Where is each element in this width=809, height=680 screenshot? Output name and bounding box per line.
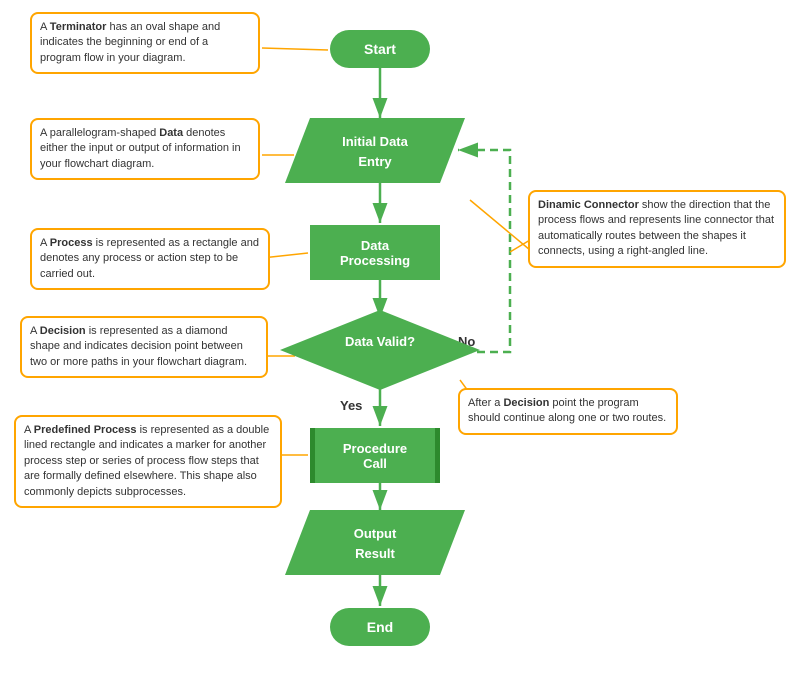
svg-text:Entry: Entry [358,154,392,169]
svg-text:Result: Result [355,546,395,561]
end-label: End [367,619,393,635]
end-shape: End [330,608,430,646]
process-tooltip: A Process is represented as a rectangle … [30,228,270,290]
initial-data-entry-shape: Initial Data Entry [285,118,465,183]
decision-routes-tooltip: After a Decision point the program shoul… [458,388,678,435]
procedure-call-shape: ProcedureCall [310,428,440,483]
svg-text:Initial Data: Initial Data [342,134,409,149]
dynamic-connector-tooltip: Dinamic Connector show the direction tha… [528,190,786,268]
output-result-shape: Output Result [285,510,465,575]
start-shape: Start [330,30,430,68]
procedure-call-label: ProcedureCall [343,441,407,471]
svg-text:Data Valid?: Data Valid? [345,334,415,349]
data-processing-shape: DataProcessing [310,225,440,280]
svg-text:Yes: Yes [340,398,362,413]
data-processing-label: DataProcessing [340,238,410,268]
data-valid-shape: Data Valid? [280,310,480,390]
start-label: Start [364,41,396,57]
data-tooltip: A parallelogram-shaped Data denotes eith… [30,118,260,180]
decision-tooltip: A Decision is represented as a diamond s… [20,316,268,378]
svg-text:Output: Output [354,526,397,541]
predefined-tooltip: A Predefined Process is represented as a… [14,415,282,508]
terminator-tooltip: A Terminator has an oval shape and indic… [30,12,260,74]
